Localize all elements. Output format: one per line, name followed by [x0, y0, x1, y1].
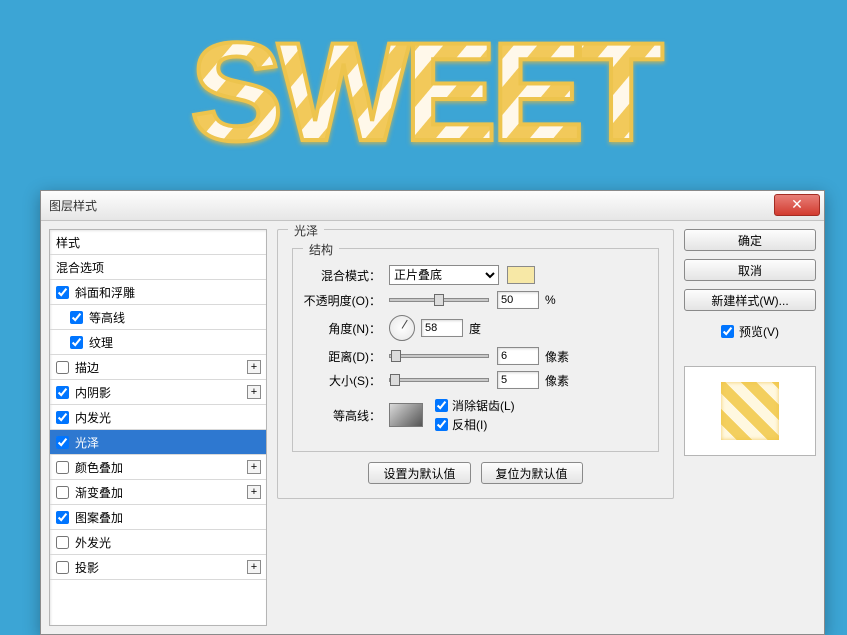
size-label: 大小(S)：: [303, 372, 389, 389]
checkbox-inner-shadow[interactable]: [56, 386, 69, 399]
opacity-unit: %: [545, 293, 556, 307]
satin-color-swatch[interactable]: [507, 266, 535, 284]
reset-default-button[interactable]: 复位为默认值: [481, 462, 583, 484]
style-item-outer-glow[interactable]: 外发光: [50, 530, 266, 555]
style-list-header-styles[interactable]: 样式: [50, 230, 266, 255]
checkbox-inner-glow[interactable]: [56, 411, 69, 424]
size-unit: 像素: [545, 372, 569, 389]
preview-checkbox[interactable]: [721, 325, 734, 338]
style-item-satin[interactable]: 光泽: [50, 430, 266, 455]
antialias-label: 消除锯齿(L): [452, 397, 515, 414]
ok-button[interactable]: 确定: [684, 229, 816, 251]
new-style-button[interactable]: 新建样式(W)...: [684, 289, 816, 311]
style-item-color-overlay[interactable]: 颜色叠加 +: [50, 455, 266, 480]
canvas-sweet-text: SWEET: [0, 10, 847, 183]
style-item-drop-shadow[interactable]: 投影 +: [50, 555, 266, 580]
set-default-button[interactable]: 设置为默认值: [368, 462, 470, 484]
antialias-checkbox[interactable]: [435, 399, 448, 412]
svg-text:SWEET: SWEET: [190, 13, 663, 170]
add-gradient-overlay-button[interactable]: +: [247, 485, 261, 499]
distance-unit: 像素: [545, 348, 569, 365]
style-item-stroke[interactable]: 描边 +: [50, 355, 266, 380]
settings-pane: 光泽 结构 混合模式： 正片叠底 不透明度(O)：: [277, 229, 674, 626]
style-item-gradient-overlay[interactable]: 渐变叠加 +: [50, 480, 266, 505]
angle-row: 角度(N)： 度: [303, 315, 648, 341]
style-item-pattern-overlay[interactable]: 图案叠加: [50, 505, 266, 530]
invert-label: 反相(I): [452, 416, 487, 433]
style-list[interactable]: 样式 混合选项 斜面和浮雕 等高线 纹理 描边 +: [49, 229, 267, 626]
blend-mode-label: 混合模式：: [303, 267, 389, 284]
dialog-title: 图层样式: [49, 197, 97, 214]
style-item-inner-shadow[interactable]: 内阴影 +: [50, 380, 266, 405]
contour-row: 等高线： 消除锯齿(L) 反相(I): [303, 395, 648, 435]
dialog-titlebar[interactable]: 图层样式 ✕: [41, 191, 824, 221]
angle-label: 角度(N)：: [303, 320, 389, 337]
checkbox-pattern-overlay[interactable]: [56, 511, 69, 524]
right-pane: 确定 取消 新建样式(W)... 预览(V): [684, 229, 816, 626]
blend-mode-select[interactable]: 正片叠底: [389, 265, 499, 285]
satin-group-title: 光泽: [288, 222, 324, 239]
satin-group: 光泽 结构 混合模式： 正片叠底 不透明度(O)：: [277, 229, 674, 499]
opacity-input[interactable]: [497, 291, 539, 309]
contour-swatch[interactable]: [389, 403, 423, 427]
angle-unit: 度: [469, 320, 481, 337]
style-item-texture[interactable]: 纹理: [50, 330, 266, 355]
checkbox-color-overlay[interactable]: [56, 461, 69, 474]
style-item-inner-glow[interactable]: 内发光: [50, 405, 266, 430]
preview-box: [684, 366, 816, 456]
preview-label: 预览(V): [739, 323, 779, 340]
add-drop-shadow-button[interactable]: +: [247, 560, 261, 574]
style-item-contour[interactable]: 等高线: [50, 305, 266, 330]
size-slider[interactable]: [389, 378, 489, 382]
angle-input[interactable]: [421, 319, 463, 337]
add-inner-shadow-button[interactable]: +: [247, 385, 261, 399]
close-button[interactable]: ✕: [774, 194, 820, 216]
opacity-label: 不透明度(O)：: [303, 292, 389, 309]
checkbox-outer-glow[interactable]: [56, 536, 69, 549]
distance-slider[interactable]: [389, 354, 489, 358]
style-item-bevel[interactable]: 斜面和浮雕: [50, 280, 266, 305]
cancel-button[interactable]: 取消: [684, 259, 816, 281]
checkbox-satin[interactable]: [56, 436, 69, 449]
opacity-row: 不透明度(O)： %: [303, 291, 648, 309]
angle-dial[interactable]: [389, 315, 415, 341]
size-row: 大小(S)： 像素: [303, 371, 648, 389]
distance-row: 距离(D)： 像素: [303, 347, 648, 365]
preview-thumbnail: [721, 382, 779, 440]
checkbox-stroke[interactable]: [56, 361, 69, 374]
add-stroke-button[interactable]: +: [247, 360, 261, 374]
contour-label: 等高线：: [303, 407, 389, 424]
style-list-header-blend[interactable]: 混合选项: [50, 255, 266, 280]
invert-checkbox[interactable]: [435, 418, 448, 431]
structure-group-title: 结构: [303, 241, 339, 258]
checkbox-bevel[interactable]: [56, 286, 69, 299]
add-color-overlay-button[interactable]: +: [247, 460, 261, 474]
close-icon: ✕: [791, 196, 803, 212]
opacity-slider[interactable]: [389, 298, 489, 302]
size-input[interactable]: [497, 371, 539, 389]
structure-group: 结构 混合模式： 正片叠底 不透明度(O)：: [292, 248, 659, 452]
distance-input[interactable]: [497, 347, 539, 365]
layer-style-dialog: 图层样式 ✕ 样式 混合选项 斜面和浮雕 等高线 纹理: [40, 190, 825, 635]
checkbox-drop-shadow[interactable]: [56, 561, 69, 574]
blend-mode-row: 混合模式： 正片叠底: [303, 265, 648, 285]
checkbox-contour[interactable]: [70, 311, 83, 324]
checkbox-gradient-overlay[interactable]: [56, 486, 69, 499]
distance-label: 距离(D)：: [303, 348, 389, 365]
checkbox-texture[interactable]: [70, 336, 83, 349]
